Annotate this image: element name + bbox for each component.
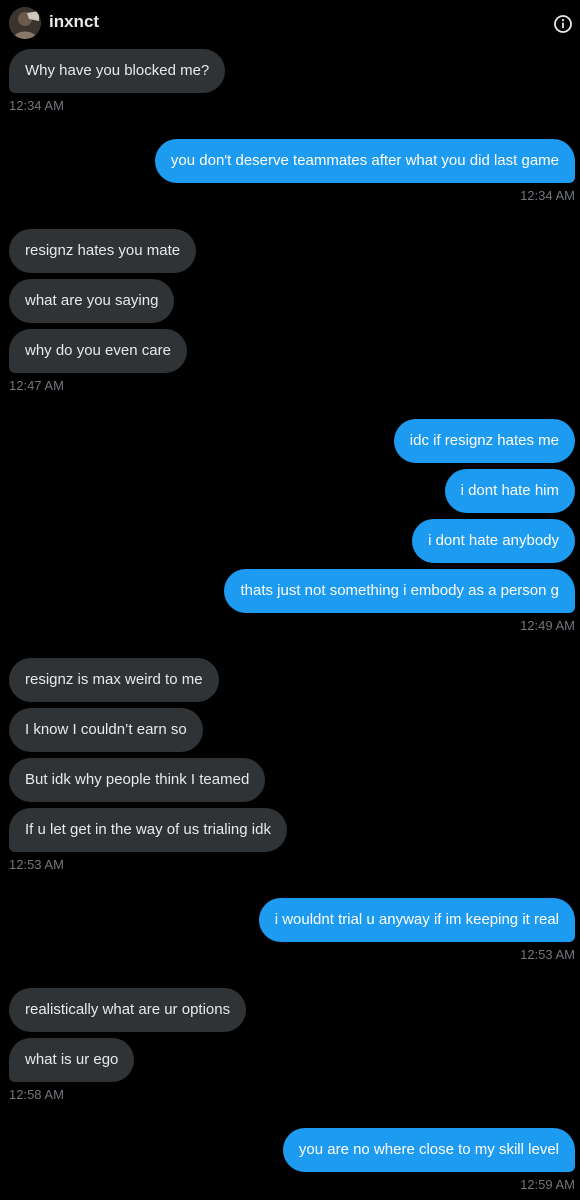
- conversation-header: inxnct: [0, 0, 580, 46]
- message-bubble-incoming[interactable]: what are you saying: [9, 279, 175, 323]
- message-bubble-outgoing[interactable]: i dont hate him: [444, 469, 575, 513]
- conversation-username[interactable]: inxnct: [49, 12, 99, 32]
- user-avatar-icon: [9, 7, 41, 39]
- message-timestamp: 12:49 AM: [520, 618, 575, 633]
- message-timestamp: 12:53 AM: [520, 947, 575, 962]
- message-bubble-incoming[interactable]: But idk why people think I teamed: [9, 758, 266, 802]
- message-bubble-incoming[interactable]: why do you even care: [9, 329, 187, 373]
- message-bubble-incoming[interactable]: resignz is max weird to me: [9, 658, 219, 702]
- message-bubble-incoming[interactable]: If u let get in the way of us trialing i…: [9, 808, 287, 852]
- message-timestamp: 12:34 AM: [520, 188, 575, 203]
- message-timestamp: 12:53 AM: [9, 857, 64, 872]
- message-bubble-outgoing[interactable]: you don't deserve teammates after what y…: [154, 139, 575, 183]
- message-bubble-outgoing[interactable]: idc if resignz hates me: [393, 419, 575, 463]
- avatar[interactable]: [9, 7, 41, 39]
- message-timestamp: 12:58 AM: [9, 1087, 64, 1102]
- info-button[interactable]: [553, 14, 573, 34]
- message-bubble-incoming[interactable]: I know I couldn’t earn so: [9, 708, 203, 752]
- message-bubble-incoming[interactable]: Why have you blocked me?: [9, 49, 226, 93]
- message-bubble-outgoing[interactable]: you are no where close to my skill level: [282, 1128, 575, 1172]
- message-bubble-outgoing[interactable]: i wouldnt trial u anyway if im keeping i…: [258, 898, 575, 942]
- message-bubble-outgoing[interactable]: thats just not something i embody as a p…: [224, 569, 575, 613]
- info-circle-icon: [554, 15, 572, 33]
- message-bubble-incoming[interactable]: resignz hates you mate: [9, 229, 197, 273]
- message-bubble-incoming[interactable]: realistically what are ur options: [9, 988, 247, 1032]
- message-timestamp: 12:59 AM: [520, 1177, 575, 1192]
- message-timestamp: 12:47 AM: [9, 378, 64, 393]
- message-bubble-outgoing[interactable]: i dont hate anybody: [412, 519, 575, 563]
- message-timestamp: 12:34 AM: [9, 98, 64, 113]
- message-bubble-incoming[interactable]: what is ur ego: [9, 1038, 135, 1082]
